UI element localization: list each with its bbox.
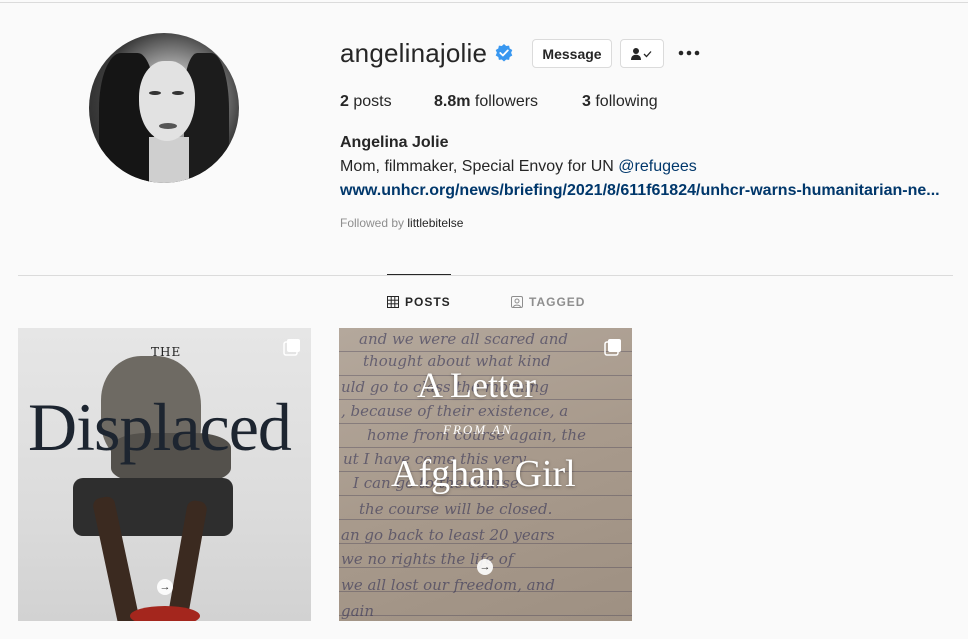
more-options-button[interactable]	[674, 40, 704, 66]
followed-by-user-link[interactable]: littlebitelse	[407, 216, 463, 230]
handwriting-line: the course will be closed.	[359, 500, 553, 518]
post-title-line1: A Letter	[417, 365, 536, 405]
profile-full-name: Angelina Jolie	[340, 134, 449, 151]
tab-posts[interactable]: POSTS	[387, 295, 451, 309]
avatar-neck	[149, 137, 189, 183]
tabs-divider	[18, 275, 953, 276]
followed-by: Followed by littlebitelse	[340, 216, 463, 230]
avatar-eye	[172, 91, 184, 95]
profile-bio: Mom, filmmaker, Special Envoy for UN @re…	[340, 158, 697, 176]
handwriting-line: we all lost our freedom, and	[341, 576, 555, 594]
handwriting-line: and we were all scared and	[359, 330, 568, 348]
verified-badge-icon	[495, 44, 513, 62]
bio-mention-link[interactable]: @refugees	[618, 158, 697, 175]
handwriting-line: gain	[341, 602, 375, 620]
person-check-icon	[631, 47, 652, 60]
ellipsis-icon	[678, 50, 700, 56]
tab-posts-label: POSTS	[405, 295, 451, 309]
post-the-label: THE	[151, 345, 182, 359]
avatar-eye	[149, 91, 161, 95]
avatar-face	[139, 61, 195, 141]
tab-tagged-label: TAGGED	[529, 295, 586, 309]
followers-count-label: followers	[474, 93, 539, 110]
post-title-from: FROM AN	[443, 422, 513, 437]
following-link[interactable]: 3 following	[582, 93, 658, 111]
grid-icon	[387, 296, 399, 308]
carousel-icon	[283, 339, 300, 356]
carousel-icon	[604, 339, 621, 356]
post-art-red-cloth	[130, 606, 200, 621]
post-title: Displaced	[28, 389, 292, 465]
active-tab-indicator	[387, 274, 451, 275]
profile-avatar[interactable]	[89, 33, 239, 183]
profile-username: angelinajolie	[340, 38, 488, 68]
post-thumbnail-afghan-letter[interactable]: and we were all scared and thought about…	[339, 328, 632, 621]
posts-count: 2 posts	[340, 93, 392, 111]
tagged-person-icon	[511, 296, 523, 308]
following-button[interactable]	[620, 39, 664, 68]
avatar-lips	[159, 123, 177, 129]
following-count-label: following	[595, 93, 658, 110]
arrow-right-icon: →	[477, 559, 493, 575]
bio-text: Mom, filmmaker, Special Envoy for UN	[340, 158, 619, 175]
post-title-line2: Afghan Girl	[391, 453, 576, 495]
post-thumbnail-displaced[interactable]: THE Displaced →	[18, 328, 311, 621]
followers-link[interactable]: 8.8m followers	[434, 93, 538, 111]
handwriting-line: an go back to least 20 years	[341, 526, 555, 544]
posts-count-value: 2	[340, 93, 349, 110]
followers-count-value: 8.8m	[434, 93, 471, 110]
posts-count-label: posts	[353, 93, 392, 110]
top-divider	[0, 2, 968, 3]
arrow-right-icon: →	[157, 579, 173, 595]
following-count-value: 3	[582, 93, 591, 110]
followed-by-prefix: Followed by	[340, 216, 408, 230]
message-button[interactable]: Message	[532, 39, 612, 68]
profile-website-link[interactable]: www.unhcr.org/news/briefing/2021/8/611f6…	[340, 182, 954, 200]
tab-tagged[interactable]: TAGGED	[511, 295, 585, 309]
